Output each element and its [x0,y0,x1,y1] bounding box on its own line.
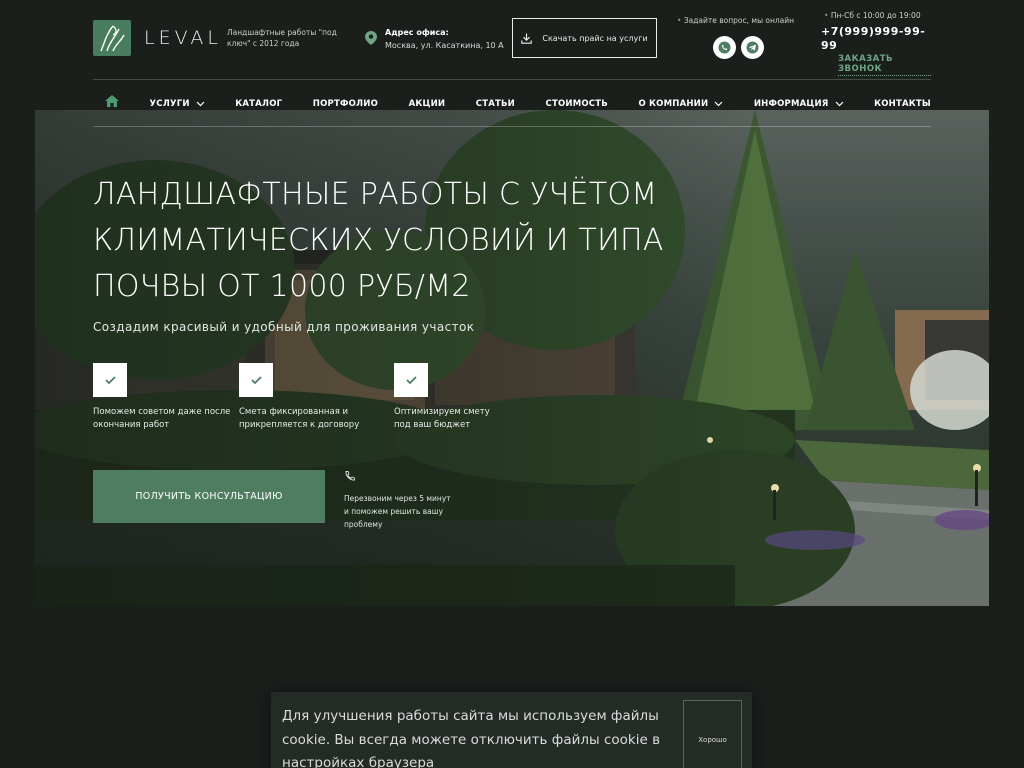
nav-item-information[interactable]: ИНФОРМАЦИЯ [754,99,844,109]
check-icon [239,363,273,397]
get-consultation-button[interactable]: ПОЛУЧИТЬ КОНСУЛЬТАЦИЮ [93,470,325,523]
office-label: Адрес офиса: [385,28,449,37]
chevron-down-icon [714,101,723,107]
online-dot-icon: • [677,16,682,25]
nav-item-label: СТАТЬИ [475,99,515,109]
home-icon[interactable] [105,95,119,107]
telegram-icon[interactable] [741,36,764,59]
nav-divider [93,126,931,127]
feature-text: Смета фиксированная и прикрепляется к до… [239,407,360,430]
feature-text: Поможем советом даже после окончания раб… [93,407,231,430]
office-address-text: Москва, ул. Касаткина, 10 А [385,41,504,50]
feature-budget: Оптимизируем смету под ваш бюджет [394,363,504,432]
nav-item-about[interactable]: О КОМПАНИИ [638,99,723,109]
cookie-text: Для улучшения работы сайта мы используем… [282,708,661,768]
nav-item-articles[interactable]: СТАТЬИ [476,99,515,109]
nav-item-label: О КОМПАНИИ [638,99,709,109]
nav-item-pricing[interactable]: СТОИМОСТЬ [546,99,608,109]
phone-number[interactable]: +7(999)999-99-99 [821,25,931,53]
nav-item-label: АКЦИИ [408,99,446,109]
tagline: Ландшафтные работы "под ключ" с 2012 год… [227,28,337,48]
feature-fixed-estimate: Смета фиксированная и прикрепляется к до… [239,363,379,432]
feature-advice: Поможем советом даже после окончания раб… [93,363,233,432]
download-price-label: Скачать прайс на услуги [542,33,648,43]
header-divider [93,79,931,80]
cookie-notice: Для улучшения работы сайта мы используем… [271,692,752,768]
nav-item-portfolio[interactable]: ПОРТФОЛИО [313,99,378,109]
main-nav: УСЛУГИ КАТАЛОГ ПОРТФОЛИО АКЦИИ СТАТЬИ СТ… [93,88,931,120]
logo[interactable]: LEVAL [93,20,222,56]
nav-item-label: ИНФОРМАЦИЯ [753,99,829,109]
nav-item-label: СТОИМОСТЬ [545,99,608,109]
nav-item-label: КАТАЛОГ [235,99,283,109]
nav-item-contacts[interactable]: КОНТАКТЫ [874,99,931,109]
feature-text: Оптимизируем смету под ваш бюджет [394,407,490,430]
map-pin-icon [365,31,377,45]
chevron-down-icon [196,101,205,107]
phone-icon [345,471,355,481]
callback-note: Перезвоним через 5 минут и поможем решит… [344,467,454,531]
download-price-button[interactable]: Скачать прайс на услуги [512,18,657,58]
order-callback-link[interactable]: ЗАКАЗАТЬ ЗВОНОК [838,54,931,76]
messengers [713,36,764,59]
site-header: LEVAL Ландшафтные работы "под ключ" с 20… [93,0,931,80]
nav-item-catalog[interactable]: КАТАЛОГ [235,99,282,109]
hero-subtitle: Создадим красивый и удобный для проживан… [93,320,475,334]
download-icon [521,33,533,44]
nav-item-label: КОНТАКТЫ [874,99,931,109]
logo-icon [93,20,131,56]
working-hours: • Пн-Сб с 10:00 до 19:00 [824,11,921,20]
callback-note-text: Перезвоним через 5 минут и поможем решит… [344,494,451,529]
nav-item-label: ПОРТФОЛИО [312,99,379,109]
logo-text: LEVAL [144,27,222,49]
ask-question-text: Задайте вопрос, мы онлайн [683,16,795,25]
ask-question: • Задайте вопрос, мы онлайн [677,16,794,25]
cookie-accept-button[interactable]: Хорошо [683,700,742,768]
check-icon [394,363,428,397]
hero-title: ЛАНДШАФТНЫЕ РАБОТЫ С УЧЁТОМ КЛИМАТИЧЕСКИ… [93,177,664,304]
whatsapp-icon[interactable] [713,36,736,59]
nav-item-services[interactable]: УСЛУГИ [150,99,205,109]
hero-section: ЛАНДШАФТНЫЕ РАБОТЫ С УЧЁТОМ КЛИМАТИЧЕСКИ… [35,110,989,606]
hours-dot-icon: • [824,11,829,20]
working-hours-text: Пн-Сб с 10:00 до 19:00 [830,11,921,20]
nav-item-promotions[interactable]: АКЦИИ [409,99,446,109]
chevron-down-icon [835,101,843,107]
office-address: Адрес офиса: Москва, ул. Касаткина, 10 А [365,26,504,52]
nav-item-label: УСЛУГИ [149,99,190,109]
check-icon [93,363,127,397]
